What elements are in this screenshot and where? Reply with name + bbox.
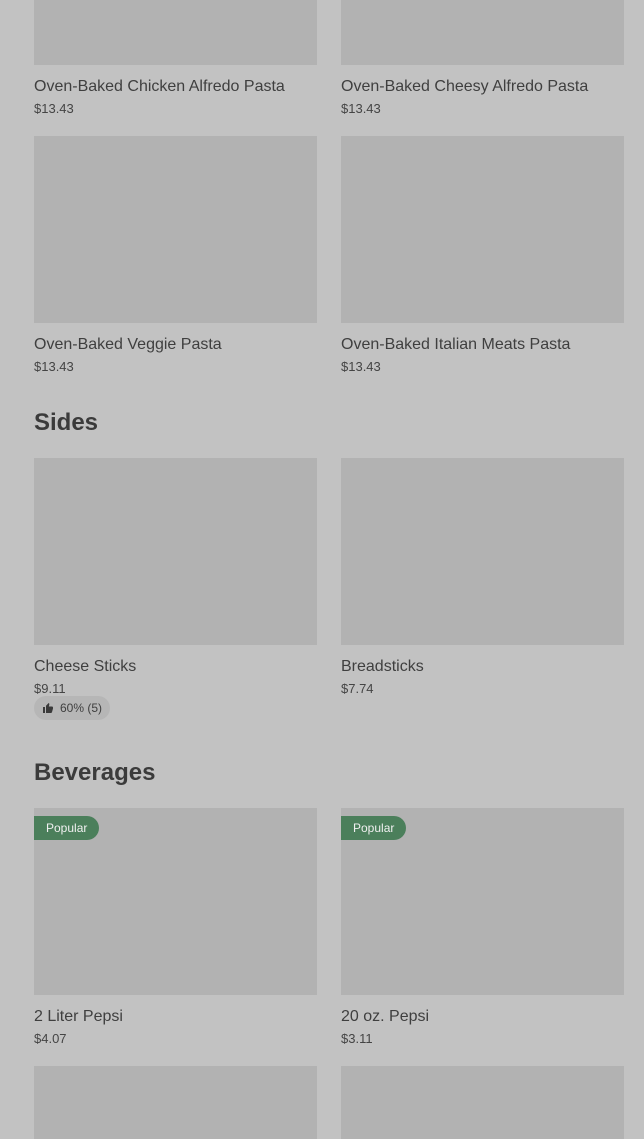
menu-item-card[interactable]: Oven-Baked Cheesy Alfredo Pasta $13.43 [341,0,624,116]
menu-item-price: $13.43 [341,359,381,374]
menu-item-price: $9.11 [34,681,66,696]
menu-item-card[interactable] [341,1066,624,1139]
thumbs-up-icon [42,702,54,714]
menu-item-image[interactable] [341,1066,624,1139]
menu-item-card[interactable] [34,1066,317,1139]
menu-item-price: $7.74 [341,681,374,696]
menu-item-card[interactable]: Popular 2 Liter Pepsi $4.07 [34,808,317,1046]
rating-text: 60% (5) [60,701,103,715]
popular-badge: Popular [34,816,100,840]
rating-badge: 60% (5) [34,696,111,720]
section-title-beverages: Beverages [34,759,156,786]
menu-item-image[interactable] [34,458,317,645]
popular-badge: Popular [341,816,407,840]
menu-item-price: $3.11 [341,1031,373,1046]
menu-item-image[interactable]: Popular [34,808,317,995]
menu-item-name: Cheese Sticks [34,658,137,675]
menu-item-image[interactable] [34,1066,317,1139]
menu-item-card[interactable]: Oven-Baked Veggie Pasta $13.43 [34,136,317,374]
menu-item-card[interactable]: Oven-Baked Chicken Alfredo Pasta $13.43 [34,0,317,116]
menu-item-name: 20 oz. Pepsi [341,1008,430,1025]
menu-item-image[interactable]: Popular [341,808,624,995]
menu-item-name: 2 Liter Pepsi [34,1008,123,1025]
menu-item-card[interactable]: Breadsticks $7.74 [341,458,624,696]
menu-item-name: Oven-Baked Cheesy Alfredo Pasta [341,78,589,95]
menu-item-card[interactable]: Cheese Sticks $9.11 60% (5) [34,458,317,720]
menu-item-image[interactable] [34,136,317,323]
menu-item-image[interactable] [341,0,624,65]
menu-item-image[interactable] [34,0,317,65]
menu-item-name: Oven-Baked Italian Meats Pasta [341,336,571,353]
menu-item-price: $4.07 [34,1031,67,1046]
menu-item-card[interactable]: Oven-Baked Italian Meats Pasta $13.43 [341,136,624,374]
section-title-sides: Sides [34,409,99,436]
menu-item-price: $13.43 [341,101,381,116]
menu-item-name: Oven-Baked Chicken Alfredo Pasta [34,78,285,95]
menu-item-image[interactable] [341,136,624,323]
menu-item-price: $13.43 [34,101,74,116]
menu-item-card[interactable]: Popular 20 oz. Pepsi $3.11 [341,808,624,1046]
menu-item-name: Breadsticks [341,658,424,675]
menu-item-name: Oven-Baked Veggie Pasta [34,336,222,353]
menu-item-image[interactable] [341,458,624,645]
menu-item-price: $13.43 [34,359,74,374]
